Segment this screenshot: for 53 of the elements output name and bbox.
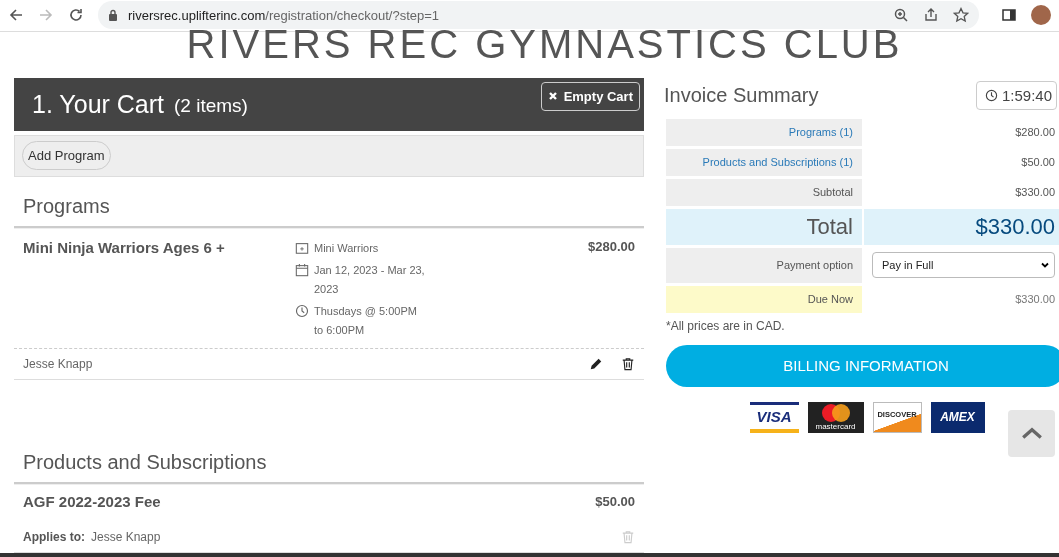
chevron-up-icon <box>1020 426 1043 441</box>
empty-cart-button[interactable]: Empty Cart <box>540 81 640 111</box>
invoice-title: Invoice Summary <box>664 84 819 108</box>
payment-option-dropdown[interactable]: Pay in Full <box>872 252 1055 279</box>
program-schedule: Thusdays @ 5:00PM to 6:00PM <box>314 303 418 338</box>
clock-icon <box>295 303 309 318</box>
lock-icon[interactable] <box>108 9 118 22</box>
clock-icon <box>984 89 998 103</box>
program-group: Mini Warriors <box>314 238 379 258</box>
summary-value: $50.00 <box>1021 156 1055 169</box>
product-name: AGF 2022-2023 Fee <box>23 492 161 510</box>
side-panel-icon[interactable] <box>1001 7 1017 24</box>
program-name: Mini Ninja Warriors Ages 6 + <box>23 238 226 258</box>
product-price: $50.00 <box>595 493 635 509</box>
pencil-icon[interactable] <box>589 356 603 371</box>
amex-logo: AMEX <box>930 401 985 433</box>
summary-value: $280.00 <box>1015 126 1055 139</box>
cart-count: (2 items) <box>174 94 248 117</box>
cart-title: 1. Your Cart <box>32 89 165 119</box>
summary-label: Subtotal <box>812 186 853 199</box>
participant-name: Jesse Knapp <box>23 356 93 371</box>
mastercard-logo: mastercard <box>807 401 864 433</box>
trash-icon[interactable] <box>621 356 635 371</box>
profile-avatar[interactable] <box>1031 5 1051 26</box>
url-host: riversrec.uplifterinc.com <box>128 7 266 23</box>
summary-value: $330.00 <box>975 213 1055 240</box>
group-icon <box>295 240 309 255</box>
summary-value: $330.00 <box>1015 293 1055 306</box>
add-program-button[interactable]: Add Program <box>22 141 111 171</box>
participant-name: Jesse Knapp <box>91 529 161 544</box>
applies-label: Applies to: <box>23 529 85 544</box>
summary-label: Due Now <box>807 293 853 306</box>
currency-note: *All prices are in CAD. <box>666 318 786 333</box>
close-icon <box>547 91 558 102</box>
zoom-icon[interactable] <box>893 7 909 24</box>
visa-logo: VISA <box>749 401 799 433</box>
share-icon[interactable] <box>923 7 939 24</box>
address-bar[interactable]: riversrec.uplifterinc.com/registration/checkout/?step=1 <box>98 1 979 30</box>
summary-link[interactable]: Products and Subscriptions (1) <box>702 156 853 169</box>
program-price: $280.00 <box>588 238 635 256</box>
program-dates: Jan 12, 2023 - Mar 23, 2023 <box>314 262 426 297</box>
url-path: /registration/checkout/?step=1 <box>265 7 440 23</box>
timer-text: 1:59:40 <box>1001 87 1052 105</box>
star-icon[interactable] <box>953 7 969 24</box>
summary-label: Total <box>806 213 853 240</box>
section-heading: Products and Subscriptions <box>22 449 268 475</box>
summary-value: $330.00 <box>1015 186 1055 199</box>
calendar-icon <box>295 262 309 277</box>
scroll-to-top-button[interactable] <box>1008 409 1055 457</box>
summary-label: Payment option <box>776 259 853 272</box>
summary-link[interactable]: Programs (1) <box>788 126 853 139</box>
reload-icon[interactable] <box>68 7 84 24</box>
section-heading: Programs <box>22 193 111 219</box>
